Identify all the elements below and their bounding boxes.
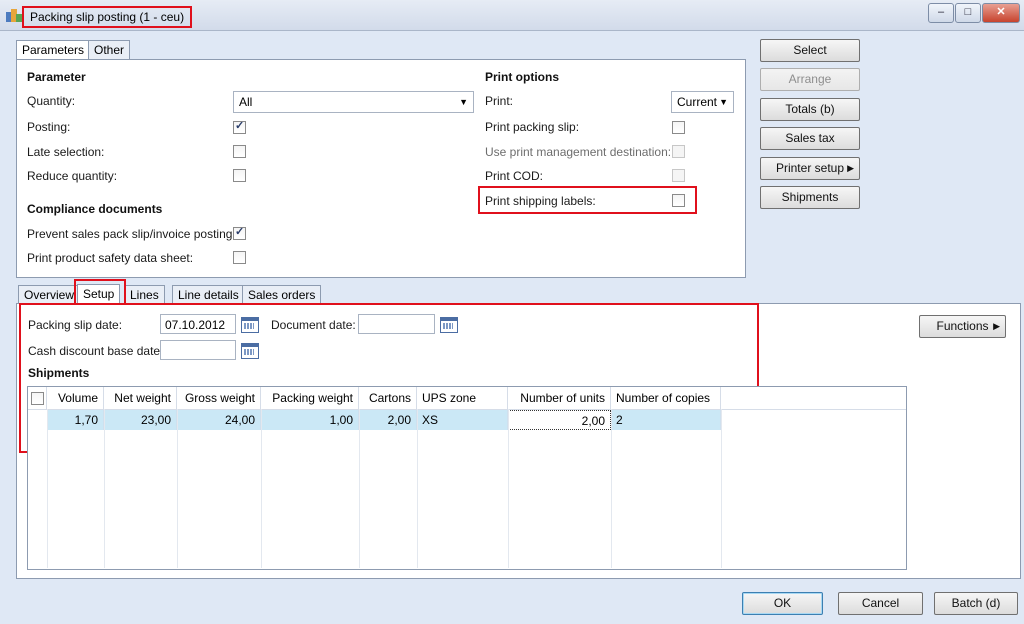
app-icon bbox=[6, 8, 22, 22]
prevent-posting-checkbox[interactable] bbox=[233, 225, 246, 240]
select-all-checkbox[interactable] bbox=[31, 392, 44, 405]
parameters-panel: Parameter Quantity: All ▼ Posting: Late … bbox=[16, 59, 746, 278]
select-button[interactable]: Select bbox=[760, 39, 860, 62]
table-row[interactable]: 1,70 23,00 24,00 1,00 2,00 XS 2,00 2 bbox=[47, 410, 721, 430]
cell-packing-weight[interactable]: 1,00 bbox=[261, 410, 359, 430]
posting-checkbox[interactable] bbox=[233, 119, 246, 134]
cash-discount-date-field[interactable] bbox=[160, 340, 236, 360]
grid-line bbox=[359, 409, 360, 568]
late-selection-label: Late selection: bbox=[27, 145, 105, 159]
shipments-button[interactable]: Shipments bbox=[760, 186, 860, 209]
top-tabstrip: Parameters Other bbox=[16, 40, 216, 60]
functions-label: Functions bbox=[936, 319, 989, 333]
col-cartons[interactable]: Cartons bbox=[359, 387, 417, 409]
functions-button[interactable]: Functions ▶ bbox=[919, 315, 1006, 338]
chevron-right-icon: ▶ bbox=[993, 321, 1000, 331]
grid-line bbox=[177, 409, 178, 568]
prevent-posting-label: Prevent sales pack slip/invoice posting: bbox=[27, 227, 236, 241]
print-shipping-labels-label: Print shipping labels: bbox=[485, 194, 596, 208]
col-gross-weight[interactable]: Gross weight bbox=[177, 387, 261, 409]
grid-line bbox=[417, 409, 418, 568]
posting-label: Posting: bbox=[27, 120, 71, 134]
col-ups-zone[interactable]: UPS zone bbox=[417, 387, 508, 409]
print-label: Print: bbox=[485, 94, 514, 108]
print-cod-label: Print COD: bbox=[485, 169, 544, 183]
tab-overview[interactable]: Overview bbox=[18, 285, 81, 304]
window-title: Packing slip posting (1 - ceu) bbox=[22, 6, 193, 28]
cell-net-weight[interactable]: 23,00 bbox=[104, 410, 177, 430]
cash-discount-date-label: Cash discount base date: bbox=[28, 344, 164, 358]
tab-parameters[interactable]: Parameters bbox=[16, 40, 91, 60]
cancel-button[interactable]: Cancel bbox=[838, 592, 923, 615]
col-number-of-copies[interactable]: Number of copies bbox=[611, 387, 721, 409]
title-bar: Packing slip posting (1 - ceu) – □ ✕ bbox=[0, 0, 1024, 31]
print-options-heading: Print options bbox=[485, 70, 559, 84]
tab-other[interactable]: Other bbox=[88, 40, 131, 59]
grid-header: Volume Net weight Gross weight Packing w… bbox=[28, 387, 906, 410]
chevron-down-icon: ▼ bbox=[719, 97, 728, 107]
calendar-icon[interactable] bbox=[241, 317, 259, 333]
calendar-icon[interactable] bbox=[241, 343, 259, 359]
quantity-value: All bbox=[239, 95, 253, 109]
reduce-quantity-label: Reduce quantity: bbox=[27, 169, 118, 183]
use-print-management-checkbox bbox=[672, 145, 685, 158]
grid-line bbox=[47, 409, 48, 568]
totals-button[interactable]: Totals (b) bbox=[760, 98, 860, 121]
quantity-label: Quantity: bbox=[27, 94, 76, 108]
reduce-quantity-checkbox[interactable] bbox=[233, 169, 246, 182]
late-selection-checkbox[interactable] bbox=[233, 145, 246, 158]
minimize-button[interactable]: – bbox=[928, 3, 954, 23]
use-print-management-label: Use print management destination: bbox=[485, 145, 672, 159]
grid-header-select bbox=[28, 387, 47, 409]
tab-line-details[interactable]: Line details bbox=[172, 285, 245, 304]
print-value: Current bbox=[677, 95, 718, 109]
printer-setup-label: Printer setup bbox=[775, 161, 845, 175]
tab-lines[interactable]: Lines bbox=[124, 285, 165, 304]
shipments-grid: Volume Net weight Gross weight Packing w… bbox=[27, 386, 907, 570]
col-volume[interactable]: Volume bbox=[47, 387, 104, 409]
chevron-right-icon: ▶ bbox=[847, 163, 854, 173]
grid-line bbox=[508, 409, 509, 568]
col-packing-weight[interactable]: Packing weight bbox=[261, 387, 359, 409]
grid-line bbox=[611, 409, 612, 568]
shipments-heading: Shipments bbox=[28, 366, 90, 380]
sales-tax-button[interactable]: Sales tax bbox=[760, 127, 860, 150]
safety-sheet-checkbox[interactable] bbox=[233, 251, 246, 264]
batch-button[interactable]: Batch (d) bbox=[934, 592, 1018, 615]
cell-number-of-copies[interactable]: 2 bbox=[611, 410, 721, 430]
tab-sales-orders[interactable]: Sales orders bbox=[242, 285, 322, 304]
print-packing-slip-label: Print packing slip: bbox=[485, 120, 580, 134]
print-select[interactable]: Current ▼ bbox=[671, 91, 734, 113]
document-date-label: Document date: bbox=[271, 318, 356, 332]
calendar-icon[interactable] bbox=[440, 317, 458, 333]
arrange-button: Arrange bbox=[760, 68, 860, 91]
ok-button[interactable]: OK bbox=[742, 592, 823, 615]
col-number-of-units[interactable]: Number of units bbox=[508, 387, 611, 409]
document-date-field[interactable] bbox=[358, 314, 435, 334]
print-packing-slip-checkbox[interactable] bbox=[672, 121, 685, 134]
packing-slip-date-label: Packing slip date: bbox=[28, 318, 123, 332]
packing-slip-date-field[interactable]: 07.10.2012 bbox=[160, 314, 236, 334]
cell-gross-weight[interactable]: 24,00 bbox=[177, 410, 261, 430]
grid-line bbox=[261, 409, 262, 568]
print-cod-checkbox[interactable] bbox=[672, 169, 685, 182]
close-button[interactable]: ✕ bbox=[982, 3, 1020, 23]
parameter-heading: Parameter bbox=[27, 70, 86, 84]
cell-number-of-units[interactable]: 2,00 bbox=[508, 410, 611, 430]
quantity-select[interactable]: All ▼ bbox=[233, 91, 474, 113]
col-net-weight[interactable]: Net weight bbox=[104, 387, 177, 409]
print-shipping-labels-checkbox[interactable] bbox=[672, 194, 685, 207]
compliance-heading: Compliance documents bbox=[27, 202, 163, 216]
cell-ups-zone[interactable]: XS bbox=[417, 410, 508, 430]
chevron-down-icon: ▼ bbox=[459, 97, 468, 107]
safety-sheet-label: Print product safety data sheet: bbox=[27, 251, 194, 265]
cell-volume[interactable]: 1,70 bbox=[47, 410, 104, 430]
cell-cartons[interactable]: 2,00 bbox=[359, 410, 417, 430]
grid-line bbox=[104, 409, 105, 568]
printer-setup-button[interactable]: Printer setup ▶ bbox=[760, 157, 860, 180]
grid-line bbox=[721, 409, 722, 568]
maximize-button[interactable]: □ bbox=[955, 3, 981, 23]
